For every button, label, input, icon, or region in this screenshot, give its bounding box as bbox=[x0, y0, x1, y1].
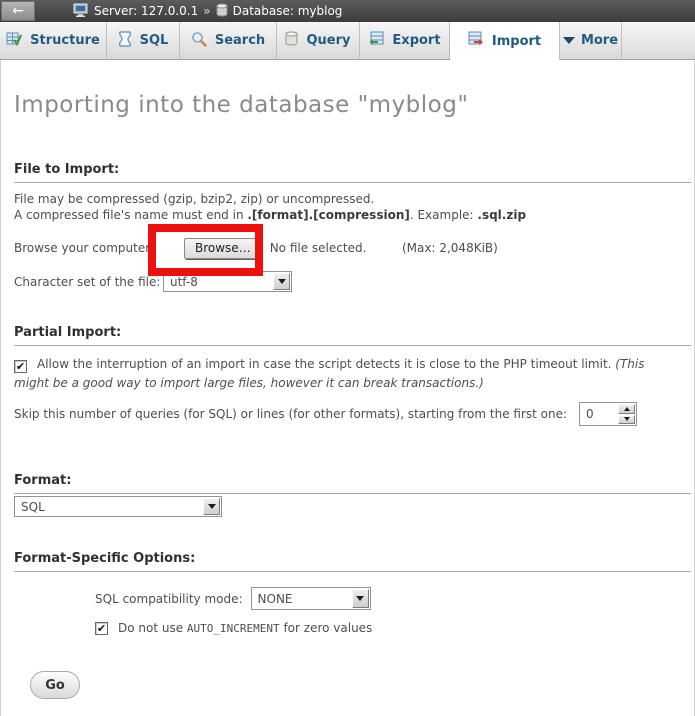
skip-queries-label: Skip this number of queries (for SQL) or… bbox=[14, 407, 567, 421]
breadcrumb-server[interactable]: Server: 127.0.0.1 bbox=[94, 4, 198, 18]
tab-more[interactable]: More bbox=[560, 22, 622, 59]
tab-structure[interactable]: Structure bbox=[0, 22, 107, 59]
tab-label: Search bbox=[215, 33, 265, 48]
back-button[interactable]: ← bbox=[1, 1, 35, 21]
charset-row: Character set of the file: utf-8 bbox=[14, 270, 683, 293]
skip-queries-row: Skip this number of queries (for SQL) or… bbox=[14, 402, 683, 426]
sql-compat-select[interactable]: NONE bbox=[251, 587, 371, 610]
tab-label: Export bbox=[392, 33, 440, 48]
allow-interruption-label: Allow the interruption of an import in c… bbox=[37, 357, 615, 371]
charset-selected-value: utf-8 bbox=[164, 272, 272, 291]
autoincrement-code: AUTO_INCREMENT bbox=[187, 622, 280, 635]
stepper-up-icon[interactable] bbox=[618, 404, 635, 414]
tab-label: Structure bbox=[30, 33, 100, 48]
charset-label: Character set of the file: bbox=[14, 275, 163, 289]
stepper-down-icon[interactable] bbox=[618, 415, 635, 425]
browse-label: Browse your computer: bbox=[14, 241, 170, 255]
tab-export[interactable]: Export bbox=[360, 22, 450, 59]
tab-import[interactable]: Import bbox=[450, 22, 560, 60]
browse-row: Browse your computer: Browse… No file se… bbox=[14, 236, 683, 260]
compression-info-line2: A compressed file's name must end in .[f… bbox=[14, 208, 683, 222]
tab-label: SQL bbox=[140, 33, 169, 48]
no-file-selected-text: No file selected. bbox=[270, 241, 367, 255]
autoincrement-checkbox[interactable]: ✔ bbox=[95, 622, 108, 635]
go-button[interactable]: Go bbox=[30, 671, 80, 699]
sql-compat-label: SQL compatibility mode: bbox=[95, 592, 243, 606]
breadcrumb: Server: 127.0.0.1 » Database: myblog bbox=[73, 3, 342, 20]
section-heading-file-to-import: File to Import: bbox=[14, 162, 691, 183]
sql-compat-row: SQL compatibility mode: NONE bbox=[14, 587, 683, 610]
tab-query[interactable]: Query bbox=[277, 22, 360, 59]
allow-interruption-checkbox[interactable]: ✔ bbox=[14, 360, 27, 373]
export-icon bbox=[368, 31, 384, 51]
server-icon bbox=[73, 3, 89, 20]
chevron-down-icon bbox=[563, 37, 575, 44]
section-heading-partial-import: Partial Import: bbox=[14, 325, 691, 346]
tab-label: Query bbox=[306, 33, 350, 48]
format-row: SQL bbox=[14, 496, 683, 517]
format-select[interactable]: SQL bbox=[14, 496, 222, 517]
search-icon bbox=[191, 31, 207, 51]
breadcrumb-database[interactable]: Database: myblog bbox=[233, 4, 343, 18]
charset-select[interactable]: utf-8 bbox=[163, 271, 292, 292]
dropdown-arrow-icon[interactable] bbox=[273, 273, 290, 290]
structure-icon bbox=[6, 31, 22, 51]
checkmark-icon: ✔ bbox=[97, 623, 106, 634]
interrupt-option: ✔ Allow the interruption of an import in … bbox=[14, 355, 683, 393]
query-icon bbox=[285, 31, 298, 50]
back-arrow-icon: ← bbox=[12, 3, 24, 19]
browse-button[interactable]: Browse… bbox=[184, 238, 262, 259]
dropdown-arrow-icon[interactable] bbox=[203, 498, 220, 515]
skip-queries-stepper[interactable]: 0 bbox=[579, 402, 637, 426]
format-selected-value: SQL bbox=[15, 497, 202, 516]
tab-bar: Structure SQL Search Query Export Import… bbox=[0, 22, 695, 60]
max-size-note: (Max: 2,048KiB) bbox=[402, 241, 498, 255]
import-icon bbox=[468, 31, 484, 51]
page-title: Importing into the database "myblog" bbox=[14, 92, 468, 118]
compression-info-line1: File may be compressed (gzip, bzip2, zip… bbox=[14, 192, 683, 206]
checkmark-icon: ✔ bbox=[16, 361, 25, 372]
sql-icon bbox=[118, 31, 132, 51]
dropdown-arrow-icon[interactable] bbox=[352, 589, 369, 608]
example-filename: .sql.zip bbox=[477, 208, 526, 222]
sql-compat-selected-value: NONE bbox=[252, 588, 351, 609]
autoincrement-label: Do not use AUTO_INCREMENT for zero value… bbox=[118, 621, 372, 635]
breadcrumb-bar: ← Server: 127.0.0.1 » Database: myblog bbox=[0, 0, 695, 22]
tab-label: Import bbox=[492, 34, 541, 49]
database-icon bbox=[216, 3, 228, 20]
format-compression-pattern: .[format].[compression] bbox=[247, 208, 409, 222]
section-heading-format: Format: bbox=[14, 473, 691, 494]
skip-queries-value: 0 bbox=[580, 403, 617, 425]
tab-label: More bbox=[581, 33, 618, 48]
section-heading-format-options: Format-Specific Options: bbox=[14, 551, 691, 572]
breadcrumb-separator: » bbox=[203, 4, 210, 18]
autoincrement-option-row: ✔ Do not use AUTO_INCREMENT for zero val… bbox=[14, 621, 683, 635]
tab-sql[interactable]: SQL bbox=[107, 22, 180, 59]
tab-search[interactable]: Search bbox=[180, 22, 277, 59]
